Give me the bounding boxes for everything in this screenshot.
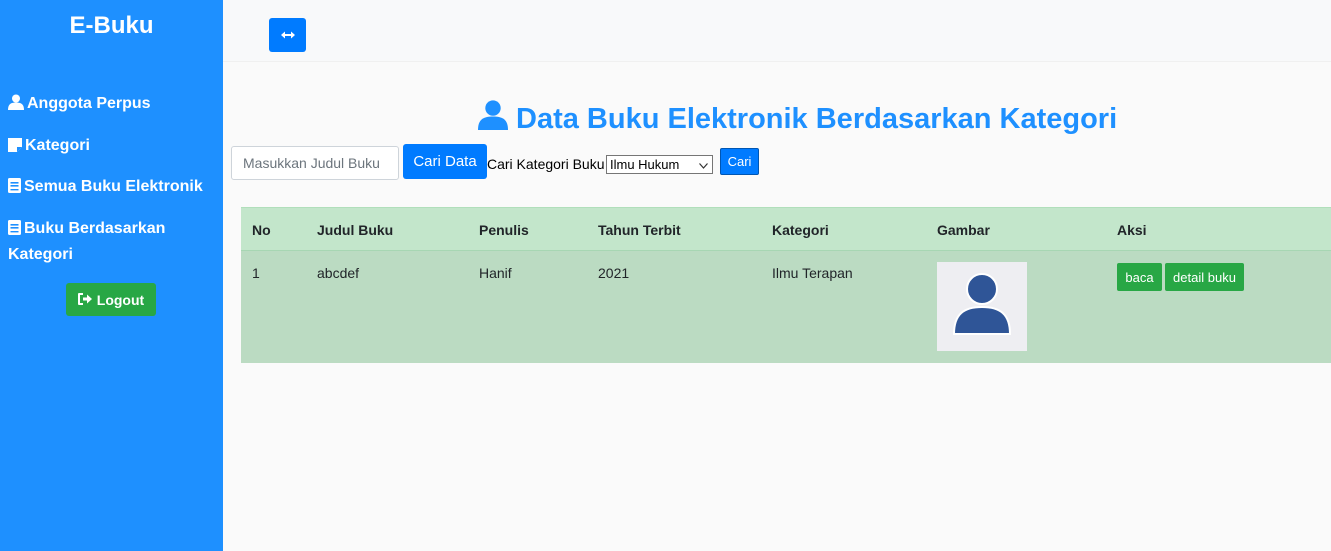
user-icon — [8, 94, 24, 118]
logout-label: Logout — [96, 291, 145, 308]
column-header: Tahun Terbit — [598, 222, 681, 238]
logout-button[interactable]: Logout — [66, 283, 156, 316]
sidebar: E-Buku Anggota Perpus Kategori Semua Buk… — [0, 0, 223, 551]
category-select[interactable]: Ilmu Hukum — [606, 155, 713, 174]
sidebar-toggle-button[interactable] — [269, 18, 306, 52]
chevron-down-icon — [699, 157, 708, 172]
sidebar-item-buku-kategori[interactable]: Buku Berdasarkan Kategori — [8, 217, 213, 267]
column-header: Kategori — [772, 222, 829, 238]
page-title-text: Data Buku Elektronik Berdasarkan Kategor… — [516, 102, 1118, 135]
read-button[interactable]: baca — [1117, 263, 1162, 291]
sticky-note-icon — [8, 136, 22, 160]
cell-tahun: 2021 — [598, 265, 630, 281]
user-icon — [478, 100, 508, 138]
sidebar-item-label: Semua Buku Elektronik — [24, 178, 203, 195]
sidebar-item-label: Buku Berdasarkan Kategori — [8, 220, 166, 263]
sidebar-item-anggota-perpus[interactable]: Anggota Perpus — [8, 92, 213, 118]
book-icon — [8, 177, 21, 201]
brand-title: E-Buku — [69, 12, 154, 39]
sidebar-item-kategori[interactable]: Kategori — [8, 134, 213, 160]
cell-judul: abcdef — [317, 265, 360, 281]
search-button[interactable]: Cari Data — [403, 144, 487, 179]
category-select-value: Ilmu Hukum — [610, 157, 680, 172]
cell-no: 1 — [252, 265, 260, 281]
category-search-button[interactable]: Cari — [720, 148, 759, 175]
column-header: No — [252, 222, 271, 238]
top-navbar — [223, 0, 1331, 62]
sidebar-item-label: Kategori — [25, 137, 90, 154]
column-header: Aksi — [1117, 222, 1147, 238]
category-filter-label: Cari Kategori Buku — [487, 156, 605, 172]
sidebar-item-semua-buku[interactable]: Semua Buku Elektronik — [8, 175, 213, 201]
search-input[interactable] — [231, 146, 399, 180]
arrows-horizontal-icon — [280, 26, 295, 44]
book-icon — [8, 219, 21, 243]
column-header: Penulis — [479, 222, 529, 238]
table-row: 1 abcdef Hanif 2021 Ilmu Terapan baca de… — [241, 251, 1331, 363]
column-header: Gambar — [937, 222, 990, 238]
cell-kategori: Ilmu Terapan — [772, 265, 853, 281]
book-cover-image — [937, 262, 1027, 351]
page-title: Data Buku Elektronik Berdasarkan Kategor… — [478, 100, 1117, 138]
sign-out-icon — [77, 292, 92, 308]
book-detail-button[interactable]: detail buku — [1165, 263, 1244, 291]
column-header: Judul Buku — [317, 222, 394, 238]
cell-penulis: Hanif — [479, 265, 512, 281]
table-header: No Judul Buku Penulis Tahun Terbit Kateg… — [241, 207, 1331, 251]
sidebar-item-label: Anggota Perpus — [27, 95, 151, 112]
books-table: No Judul Buku Penulis Tahun Terbit Kateg… — [241, 207, 1331, 363]
user-avatar-placeholder-icon — [952, 272, 1012, 341]
